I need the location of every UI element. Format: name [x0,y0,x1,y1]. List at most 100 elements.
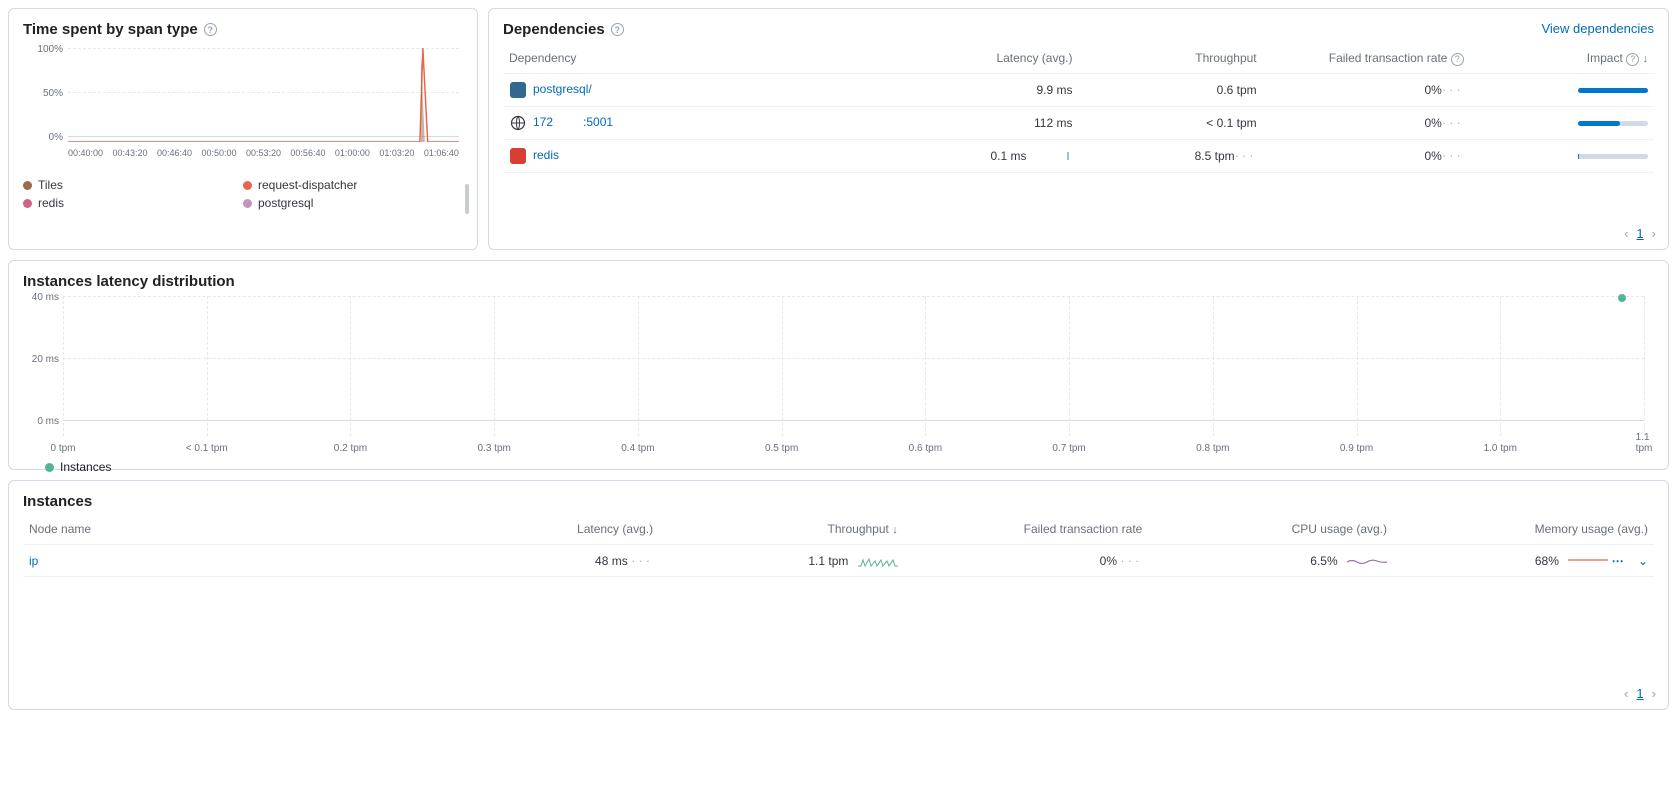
instance-point[interactable] [1618,294,1626,302]
dependency-link[interactable]: postgresql/ [533,82,592,96]
legend-scrollbar[interactable] [465,184,469,214]
expand-icon[interactable]: ⌄ [1638,554,1648,568]
sort-desc-icon[interactable]: ↓ [1643,53,1649,65]
ytick-label: 20 ms [27,354,59,365]
throughput-value: 1.1 tpm [808,554,848,568]
xtick-label: 0.7 tpm [1052,443,1085,454]
instances-table: Node name Latency (avg.) Throughput ↓ Fa… [23,514,1654,577]
sparkline-placeholder: ··· [1120,553,1142,568]
latency-value: 9.9 ms [1036,83,1072,97]
throughput-sparkline [858,555,898,567]
legend-item[interactable]: request-dispatcher [243,178,463,192]
xaxis-labels: 00:40:0000:43:2000:46:4000:50:0000:53:20… [68,148,459,158]
help-icon[interactable]: ? [204,23,217,36]
col-throughput[interactable]: Throughput [1078,44,1262,73]
instances-pager: ‹ 1 › [1624,686,1656,701]
col-failed[interactable]: Failed transaction rate [1329,51,1448,65]
panel-time-spent: Time spent by span type ? 100% 50% 0% [8,8,478,250]
ytick-label: 0% [23,132,63,143]
failed-value: 0% [1424,116,1441,130]
xtick-label: 0.4 tpm [621,443,654,454]
next-page-icon[interactable]: › [1652,686,1656,701]
col-throughput[interactable]: Throughput [827,522,888,536]
failed-value: 0% [1424,149,1441,163]
xtick-label: 0.9 tpm [1340,443,1373,454]
dependencies-pager: ‹ 1 › [1624,226,1656,241]
col-dependency[interactable]: Dependency [503,44,917,73]
dependency-link[interactable]: redis [533,148,559,162]
ytick-label: 40 ms [27,292,59,303]
page-number[interactable]: 1 [1636,686,1643,701]
col-mem[interactable]: Memory usage (avg.) [1393,514,1654,545]
impact-bar [1578,154,1648,159]
col-latency[interactable]: Latency (avg.) [917,44,1078,73]
cpu-value: 6.5% [1310,554,1337,568]
failed-value: 0% [1424,83,1441,97]
help-icon[interactable]: ? [1451,53,1464,66]
xtick-label: 1.1 tpm [1636,432,1653,454]
mem-sparkline [1568,555,1608,567]
xtick-label: 0.6 tpm [909,443,942,454]
dependencies-title: Dependencies [503,21,605,38]
panel-dependencies: Dependencies ? View dependencies Depende… [488,8,1669,250]
panel-instances: Instances Node name Latency (avg.) Throu… [8,480,1669,710]
mem-value: 68% [1535,554,1559,568]
dependency-link[interactable]: :5001 [583,115,613,129]
legend-item[interactable]: Tiles [23,178,243,192]
impact-bar [1578,88,1648,93]
row-actions-icon[interactable]: ⋯ [1612,554,1625,568]
latency-value: 48 ms [595,554,628,568]
dependency-icon [509,114,527,132]
dependency-link[interactable]: 172 [533,115,553,129]
col-impact[interactable]: Impact [1587,51,1623,65]
col-cpu[interactable]: CPU usage (avg.) [1148,514,1393,545]
sparkline-placeholder: ··· [631,553,653,568]
view-dependencies-link[interactable]: View dependencies [1541,21,1654,36]
failed-value: 0% [1100,554,1117,568]
next-page-icon[interactable]: › [1652,226,1656,241]
cpu-sparkline [1347,555,1387,567]
legend-item[interactable]: postgresql [243,196,463,210]
sort-desc-icon[interactable]: ↓ [892,524,898,536]
throughput-value: 8.5 tpm [1195,149,1235,163]
throughput-value: < 0.1 tpm [1206,116,1256,130]
table-row: 172:5001112 ms< 0.1 tpm0%··· [503,106,1654,139]
latency-value: 0.1 ms [990,149,1026,163]
dependency-icon [509,147,527,165]
time-spent-title: Time spent by span type [23,21,198,38]
xtick-label: 1.0 tpm [1484,443,1517,454]
impact-bar [1578,121,1648,126]
panel-instances-latency: Instances latency distribution 40 ms 20 … [8,260,1669,470]
col-failed[interactable]: Failed transaction rate [904,514,1149,545]
legend-item[interactable]: redis [23,196,243,210]
node-link[interactable]: ip [29,554,38,568]
table-row: postgresql/9.9 ms0.6 tpm0%··· [503,73,1654,106]
ytick-label: 50% [23,88,63,99]
dependencies-table: Dependency Latency (avg.) Throughput Fai… [503,44,1654,173]
prev-page-icon[interactable]: ‹ [1624,226,1628,241]
legend-instances[interactable]: Instances [60,460,111,474]
table-row: ip 48 ms ··· 1.1 tpm 0% ··· 6.5% 68% ⋯ ⌄ [23,545,1654,577]
dependency-icon [509,81,527,99]
prev-page-icon[interactable]: ‹ [1624,686,1628,701]
time-spent-chart: 100% 50% 0% 00:40:0000:43:2000:46:4000:5… [23,48,463,158]
xtick-label: 0.5 tpm [765,443,798,454]
instances-title: Instances [23,493,92,510]
instances-latency-title: Instances latency distribution [23,273,235,290]
xtick-label: 0.2 tpm [334,443,367,454]
throughput-value: 0.6 tpm [1217,83,1257,97]
col-latency[interactable]: Latency (avg.) [414,514,659,545]
xtick-label: 0.8 tpm [1196,443,1229,454]
latency-value: 112 ms [1034,116,1072,130]
xtick-label: 0.3 tpm [477,443,510,454]
col-node[interactable]: Node name [23,514,414,545]
latency-scatter-chart: 40 ms 20 ms 0 ms 0 tpm< 0.1 tpm0.2 tpm0.… [63,296,1644,456]
help-icon[interactable]: ? [1626,53,1639,66]
table-row: redis0.1 ms8.5 tpm···0%··· [503,139,1654,172]
ytick-label: 100% [23,44,63,55]
ytick-label: 0 ms [27,416,59,427]
page-number[interactable]: 1 [1636,226,1643,241]
spike-path [68,48,459,142]
legend-dot [45,463,54,472]
help-icon[interactable]: ? [611,23,624,36]
